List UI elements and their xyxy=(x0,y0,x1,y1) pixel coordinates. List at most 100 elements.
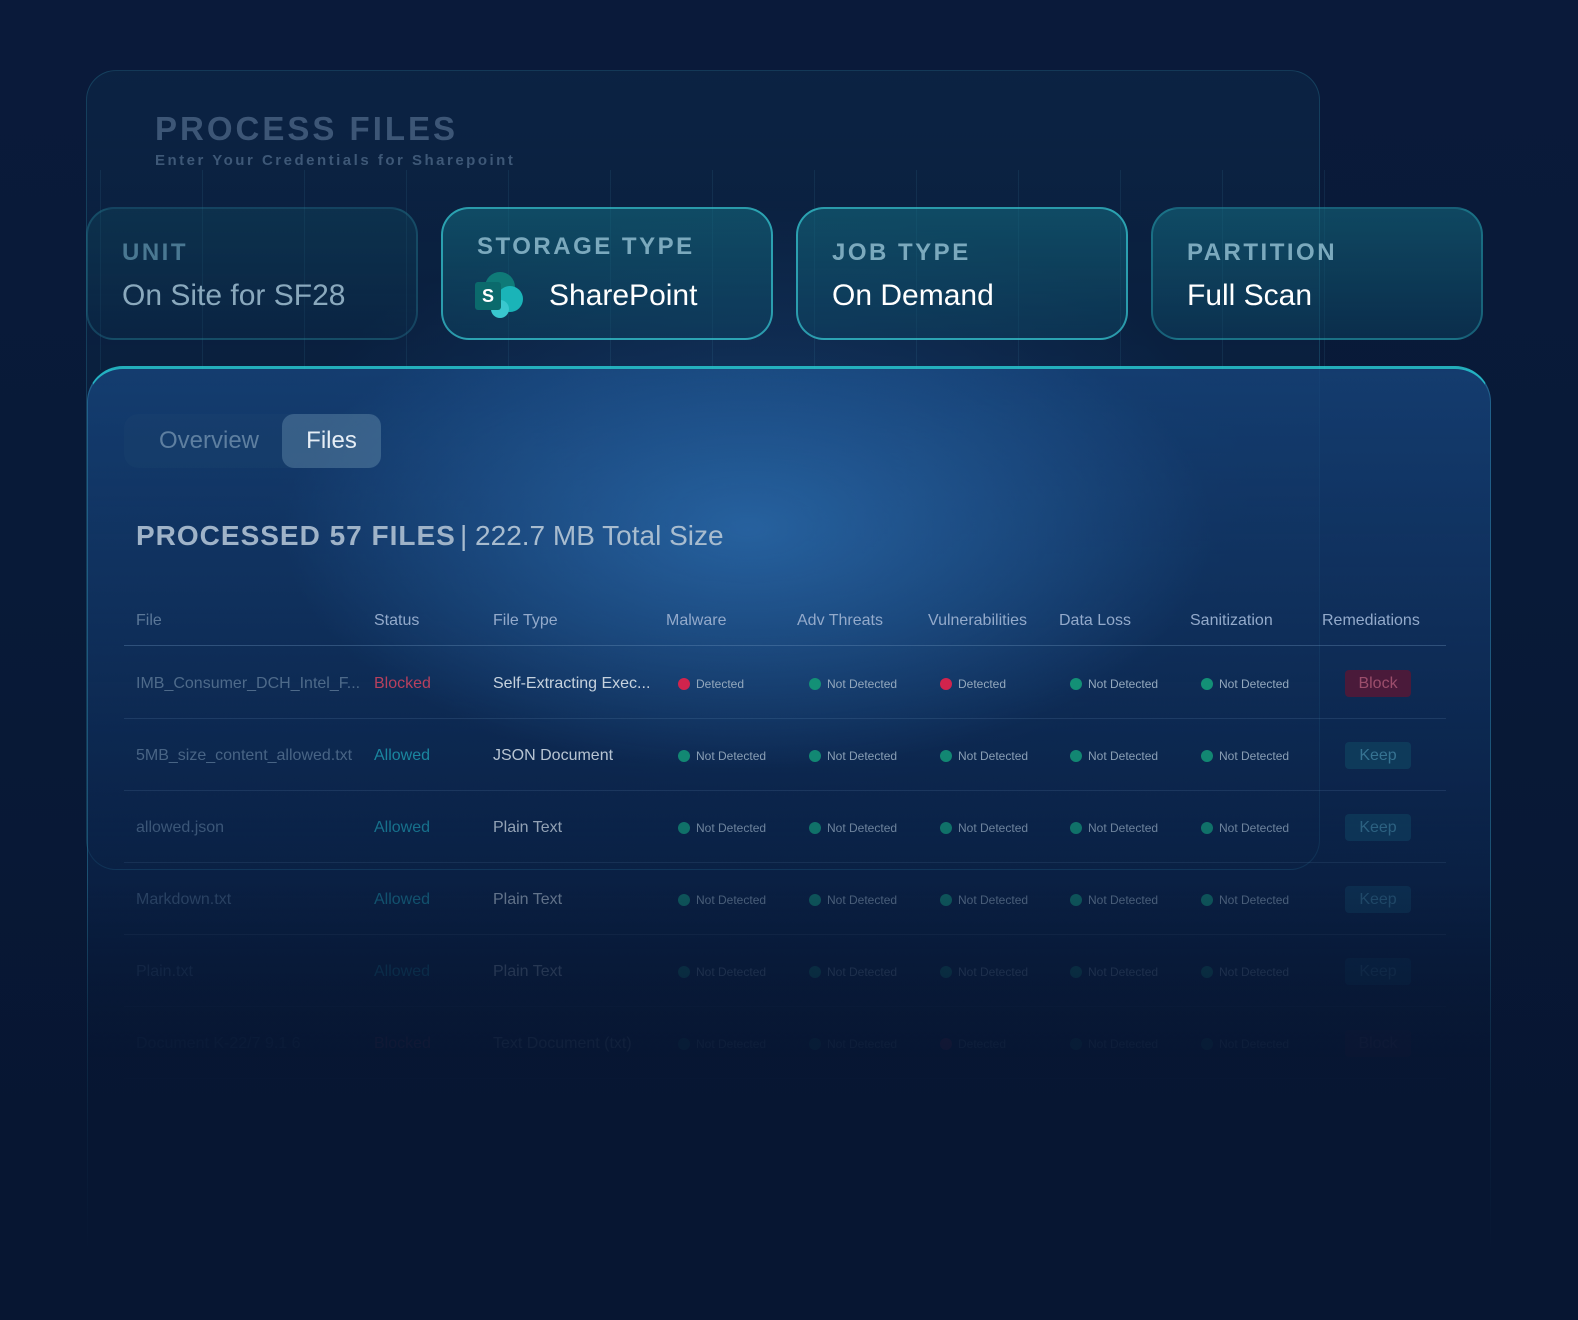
job-type-label: JOB TYPE xyxy=(832,239,971,266)
processed-count: PROCESSED 57 FILES xyxy=(136,520,456,551)
indicator-text: Not Detected xyxy=(827,749,898,763)
data-loss-indicator: Not Detected xyxy=(1070,965,1158,979)
column-file-type[interactable]: File Type xyxy=(493,612,558,630)
data-loss-indicator: Not Detected xyxy=(1070,749,1158,763)
table-row[interactable]: Markdown.txt Allowed Plain Text Not Detecte… xyxy=(124,863,1446,935)
file-name[interactable]: allowed.json xyxy=(136,819,224,837)
sanitization-indicator: Not Detected xyxy=(1201,821,1289,835)
column-adv-threats[interactable]: Adv Threats xyxy=(797,612,883,630)
indicator-text: Not Detected xyxy=(1088,1037,1159,1051)
vulnerabilities-indicator: Not Detected xyxy=(940,749,1028,763)
vulnerabilities-indicator: Not Detected xyxy=(940,965,1028,979)
status-dot-icon xyxy=(678,894,690,906)
indicator-text: Not Detected xyxy=(827,677,898,691)
status-dot-icon xyxy=(940,894,952,906)
vulnerabilities-indicator: Not Detected xyxy=(940,893,1028,907)
table-row[interactable]: 5MB_size_content_allowed.txt Allowed JSON … xyxy=(124,719,1446,791)
data-loss-indicator: Not Detected xyxy=(1070,893,1158,907)
partition-label: PARTITION xyxy=(1187,239,1338,266)
sanitization-indicator: Not Detected xyxy=(1201,1037,1289,1051)
storage-type-label: STORAGE TYPE xyxy=(477,233,695,260)
adv-threats-indicator: Not Detected xyxy=(809,821,897,835)
sanitization-indicator: Not Detected xyxy=(1201,749,1289,763)
file-name[interactable]: 5MB_size_content_allowed.txt xyxy=(136,747,352,765)
table-row[interactable]: allowed.json Allowed Plain Text Not Detecte… xyxy=(124,791,1446,863)
tab-files[interactable]: Files xyxy=(282,414,381,468)
file-name[interactable]: Plain.txt xyxy=(136,963,193,981)
status-dot-icon xyxy=(678,966,690,978)
status-dot-icon xyxy=(1201,750,1213,762)
status-dot-icon xyxy=(809,822,821,834)
status-dot-icon xyxy=(1070,894,1082,906)
column-remediations[interactable]: Remediations xyxy=(1322,612,1420,630)
tab-bar: Overview Files xyxy=(124,414,381,468)
file-name[interactable]: Markdown.txt xyxy=(136,891,231,909)
indicator-text: Not Detected xyxy=(696,893,767,907)
remediation-button[interactable]: Keep xyxy=(1345,886,1411,913)
tab-overview[interactable]: Overview xyxy=(144,414,274,468)
status-label: Allowed xyxy=(374,819,431,836)
indicator-text: Not Detected xyxy=(696,749,767,763)
storage-type-card[interactable]: STORAGE TYPE S SharePoint xyxy=(441,207,773,340)
indicator-text: Not Detected xyxy=(1219,677,1290,691)
unit-label: UNIT xyxy=(122,239,188,266)
file-name[interactable]: IMB_Consumer_DCH_Intel_F... xyxy=(136,675,360,693)
remediation-button[interactable]: Block xyxy=(1345,670,1411,697)
column-file[interactable]: File xyxy=(136,612,162,630)
status-dot-icon xyxy=(940,966,952,978)
indicator-text: Not Detected xyxy=(1219,1037,1290,1051)
status-label: Allowed xyxy=(374,963,431,980)
column-data-loss[interactable]: Data Loss xyxy=(1059,612,1131,630)
indicator-text: Not Detected xyxy=(1219,749,1290,763)
column-vulnerabilities[interactable]: Vulnerabilities xyxy=(928,612,1027,630)
file-type: Plain Text xyxy=(493,819,563,836)
vulnerabilities-indicator: Not Detected xyxy=(940,821,1028,835)
status-label: Allowed xyxy=(374,891,431,908)
table-row[interactable]: IMB_Consumer_DCH_Intel_F... Blocked Self-E… xyxy=(124,647,1446,719)
status-dot-icon xyxy=(940,678,952,690)
status-dot-icon xyxy=(809,1038,821,1050)
remediation-button[interactable]: Block xyxy=(1345,1030,1411,1057)
status-dot-icon xyxy=(940,750,952,762)
status-label: Blocked xyxy=(374,1035,431,1052)
job-type-card[interactable]: JOB TYPE On Demand xyxy=(796,207,1128,340)
vulnerabilities-indicator: Detected xyxy=(940,1037,1006,1051)
adv-threats-indicator: Not Detected xyxy=(809,965,897,979)
malware-indicator: Not Detected xyxy=(678,1037,766,1051)
status-label: Blocked xyxy=(374,675,431,692)
table-row[interactable]: Document K-22/7 9.1 6 Blocked Text Documen… xyxy=(124,1007,1446,1079)
indicator-text: Not Detected xyxy=(958,749,1029,763)
indicator-text: Detected xyxy=(958,1037,1007,1051)
column-status[interactable]: Status xyxy=(374,612,419,630)
indicator-text: Not Detected xyxy=(1219,893,1290,907)
indicator-text: Not Detected xyxy=(1088,749,1159,763)
column-sanitization[interactable]: Sanitization xyxy=(1190,612,1273,630)
remediation-button[interactable]: Keep xyxy=(1345,814,1411,841)
status-dot-icon xyxy=(809,678,821,690)
status-dot-icon xyxy=(940,822,952,834)
table-row[interactable]: Plain.txt Allowed Plain Text Not Detected No… xyxy=(124,935,1446,1007)
unit-card[interactable]: UNIT On Site for SF28 xyxy=(86,207,418,340)
data-loss-indicator: Not Detected xyxy=(1070,1037,1158,1051)
remediation-button[interactable]: Keep xyxy=(1345,742,1411,769)
indicator-text: Not Detected xyxy=(1219,821,1290,835)
remediation-button[interactable]: Keep xyxy=(1345,958,1411,985)
status-dot-icon xyxy=(1070,1038,1082,1050)
data-loss-indicator: Not Detected xyxy=(1070,821,1158,835)
partition-card[interactable]: PARTITION Full Scan xyxy=(1151,207,1483,340)
indicator-text: Not Detected xyxy=(958,821,1029,835)
malware-indicator: Not Detected xyxy=(678,893,766,907)
partition-value: Full Scan xyxy=(1187,279,1313,312)
indicator-text: Not Detected xyxy=(827,893,898,907)
vulnerabilities-indicator: Detected xyxy=(940,677,1006,691)
indicator-text: Not Detected xyxy=(827,821,898,835)
file-type: JSON Document xyxy=(493,747,614,764)
status-dot-icon xyxy=(1201,678,1213,690)
column-malware[interactable]: Malware xyxy=(666,612,726,630)
status-dot-icon xyxy=(1070,966,1082,978)
file-type: Self-Extracting Exec... xyxy=(493,675,651,692)
malware-indicator: Detected xyxy=(678,677,744,691)
indicator-text: Not Detected xyxy=(1219,965,1290,979)
status-dot-icon xyxy=(1201,1038,1213,1050)
file-name[interactable]: Document K-22/7 9.1 6 xyxy=(136,1035,301,1053)
